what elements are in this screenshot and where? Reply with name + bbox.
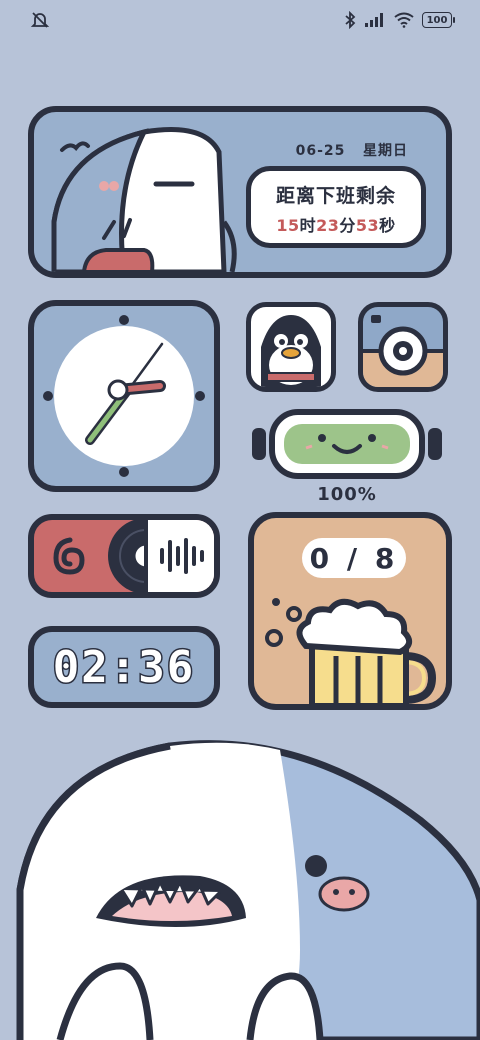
- analog-clock-widget[interactable]: [28, 300, 220, 492]
- countdown-bubble: 距离下班剩余 15时23分53秒: [246, 166, 426, 248]
- countdown-time: 15时23分53秒: [251, 212, 421, 236]
- shark-wallpaper: [16, 740, 480, 1040]
- off-work-countdown-widget[interactable]: 06-25 星期日 距离下班剩余 15时23分53秒: [28, 106, 452, 278]
- countdown-title: 距离下班剩余: [275, 185, 396, 207]
- seconds-value: 53: [355, 216, 380, 235]
- battery-indicator: 100: [422, 12, 455, 28]
- penguin-app-icon[interactable]: [246, 302, 336, 392]
- status-icons: 100: [344, 10, 455, 30]
- minutes-value: 23: [316, 216, 340, 235]
- bluetooth-icon: [345, 11, 356, 29]
- music-player-widget[interactable]: [28, 514, 220, 598]
- muted-bell-icon: [30, 10, 50, 30]
- penguin-icon: [261, 315, 321, 387]
- status-bar: 100: [0, 0, 480, 40]
- signal-icon: [365, 13, 383, 27]
- beer-counter: 0 / 8: [302, 538, 406, 578]
- seconds-unit: 秒: [379, 216, 396, 235]
- hours-value: 15: [276, 216, 300, 235]
- date: 06-25: [295, 143, 346, 159]
- clock-time: 02:36: [51, 640, 196, 694]
- digital-clock-widget[interactable]: 02:36: [28, 626, 220, 708]
- hours-unit: 时: [299, 216, 317, 235]
- battery-level: 100: [426, 14, 448, 26]
- camera-icon: [363, 315, 443, 387]
- weekday: 星期日: [363, 143, 408, 159]
- beer-mug-icon: [265, 598, 437, 704]
- beer-counter-widget[interactable]: 0 / 8: [248, 512, 452, 710]
- wifi-icon: [394, 12, 414, 28]
- battery-percent: 100%: [317, 484, 377, 505]
- camera-app-icon[interactable]: [358, 302, 448, 392]
- minutes-unit: 分: [339, 216, 356, 235]
- audio-wave-icon: [160, 538, 204, 574]
- date-label: 06-25 星期日: [296, 140, 408, 160]
- battery-face-widget[interactable]: [250, 408, 444, 480]
- music-app-icon[interactable]: [44, 532, 92, 580]
- clock-face: [43, 315, 205, 477]
